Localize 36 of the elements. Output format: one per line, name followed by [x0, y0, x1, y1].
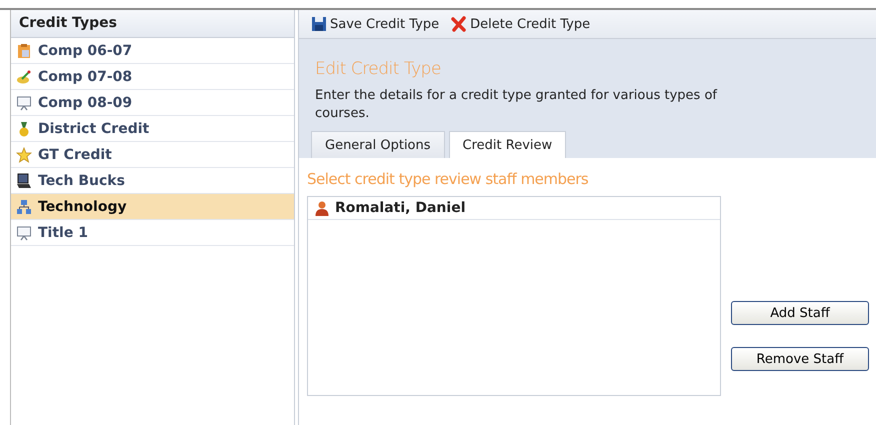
credit-type-label: Tech Bucks	[38, 172, 125, 188]
staff-name[interactable]: Romalati, Daniel	[335, 200, 466, 216]
credit-type-item[interactable]: Technology	[11, 194, 294, 220]
tab[interactable]: General Options	[311, 131, 445, 158]
staff-button[interactable]: Remove Staff	[731, 347, 869, 371]
person-icon	[314, 200, 330, 216]
easel-icon	[16, 94, 32, 110]
credit-type-item[interactable]: District Credit	[11, 116, 294, 142]
credit-type-item[interactable]: Comp 07-08	[11, 64, 294, 90]
credit-type-item[interactable]: GT Credit	[11, 142, 294, 168]
network-icon	[16, 198, 32, 214]
credit-type-label: District Credit	[38, 120, 150, 136]
laptop-icon	[16, 172, 32, 188]
credit-type-label: Comp 08-09	[38, 94, 132, 110]
credit-type-label: Comp 06-07	[38, 42, 132, 58]
star-icon	[16, 146, 32, 162]
editor-description: Enter the details for a credit type granted for various types of courses.	[315, 87, 718, 123]
credit-type-label: Title 1	[38, 224, 88, 240]
credit-type-label: GT Credit	[38, 146, 112, 162]
delete-button[interactable]: Delete Credit Type	[447, 14, 594, 34]
section-title: Select credit type review staff members	[307, 170, 590, 188]
save-button[interactable]: Save Credit Type	[307, 14, 444, 34]
sidebar-header: Credit Types	[11, 10, 294, 38]
clipboard-icon	[16, 42, 32, 58]
brush-icon	[16, 68, 32, 84]
delete-icon	[451, 16, 468, 32]
credit-type-label: Comp 07-08	[38, 68, 132, 84]
save-icon	[311, 16, 327, 32]
credit-type-item[interactable]: Comp 08-09	[11, 90, 294, 116]
tab[interactable]: Credit Review	[448, 131, 566, 158]
credit-type-label: Technology	[38, 198, 127, 214]
easel-icon	[16, 224, 32, 240]
credit-type-item[interactable]: Comp 06-07	[11, 38, 294, 64]
credit-type-item[interactable]: Title 1	[11, 220, 294, 246]
editor-title: Edit Credit Type	[315, 59, 442, 79]
staff-button[interactable]: Add Staff	[731, 301, 869, 325]
